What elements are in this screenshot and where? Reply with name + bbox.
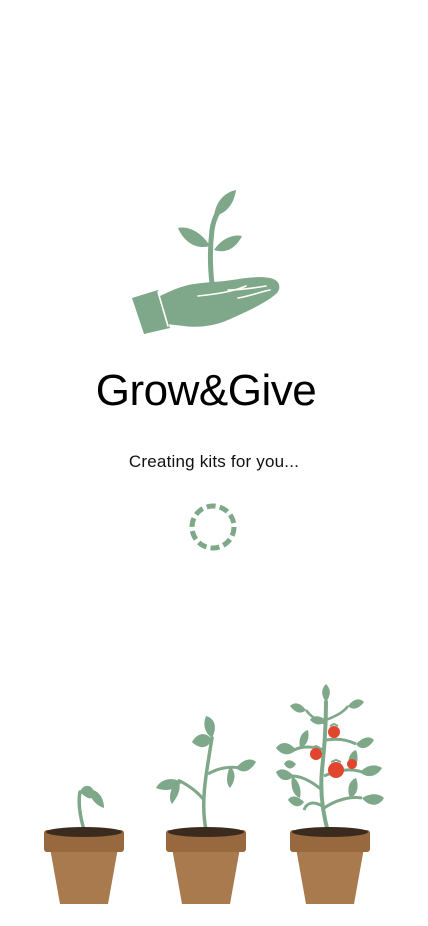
status-text: Creating kits for you... bbox=[128, 452, 300, 471]
seedling-pot bbox=[44, 785, 124, 904]
loading-spinner-icon bbox=[189, 503, 237, 551]
young-plant-pot bbox=[156, 716, 256, 904]
app-title: Grow&Give bbox=[95, 366, 317, 415]
tomato-plant-pot bbox=[276, 684, 384, 904]
plant-growth-illustration bbox=[44, 684, 384, 904]
splash-screen: Grow&Give Creating kits for you... bbox=[0, 0, 428, 926]
hand-holding-sprout-icon bbox=[132, 190, 280, 334]
